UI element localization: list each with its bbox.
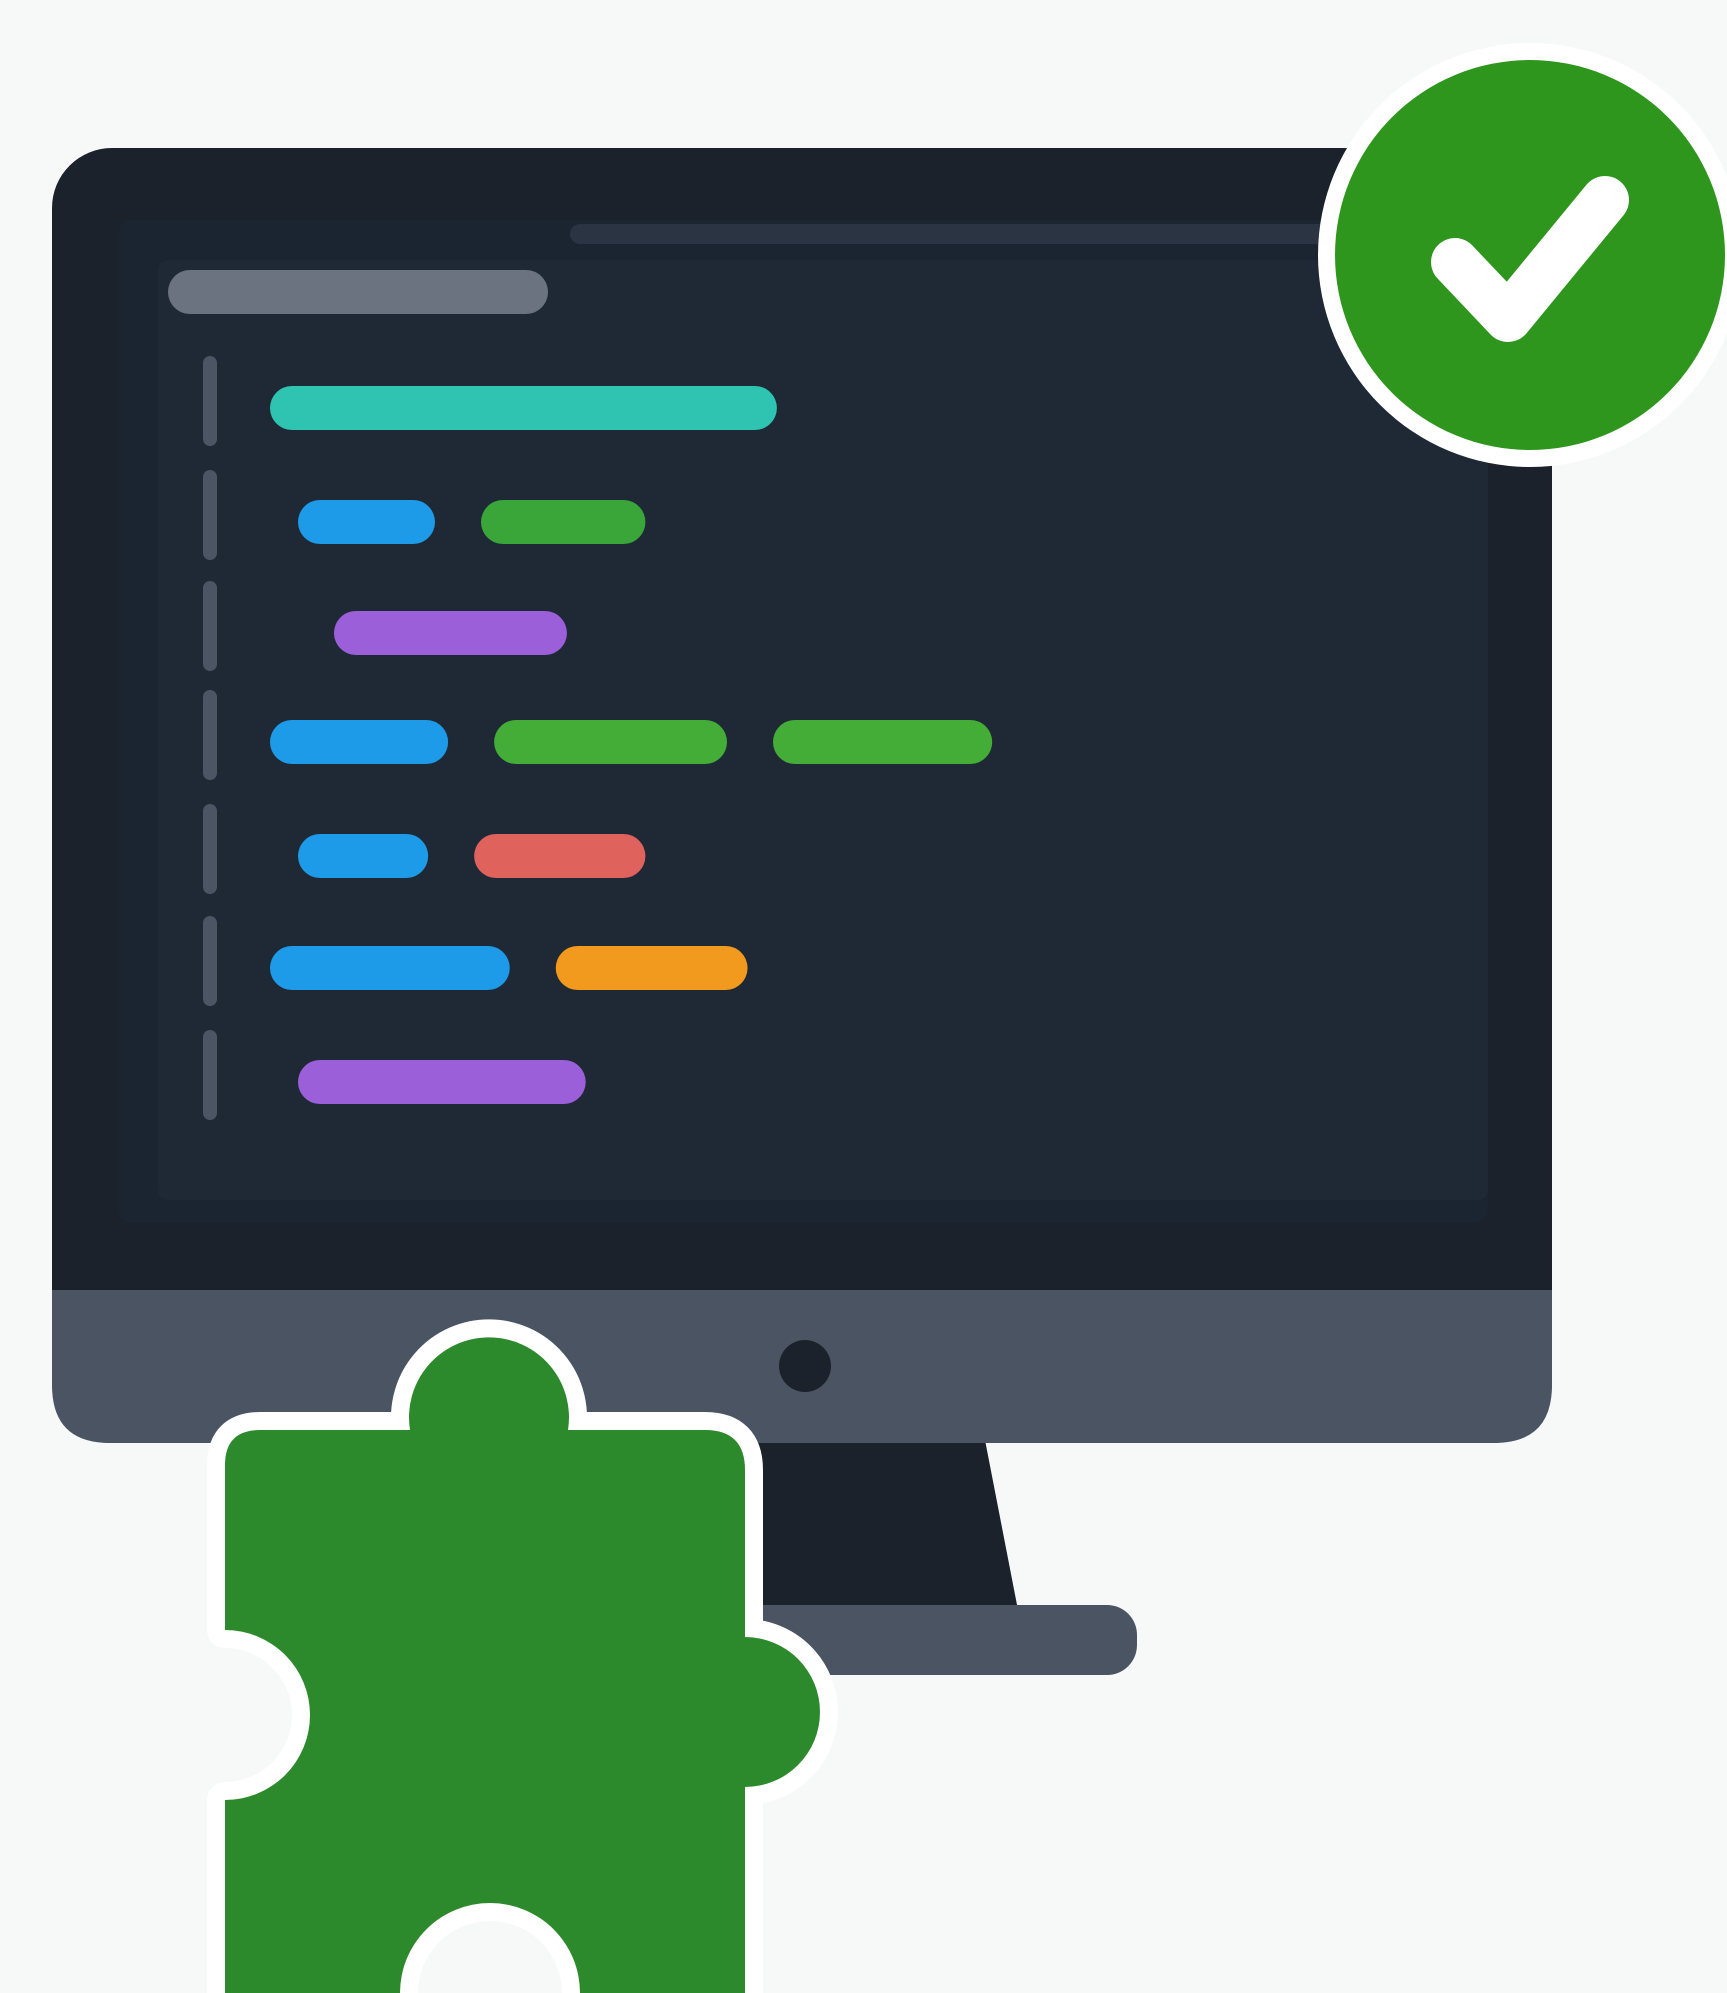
gutter-segment <box>203 356 217 446</box>
code-token <box>270 946 510 990</box>
gutter-segment <box>203 581 217 671</box>
code-token <box>298 834 429 878</box>
window-strip <box>570 224 1390 244</box>
gutter-segment <box>203 804 217 894</box>
gutter-segment <box>203 470 217 560</box>
code-token <box>494 720 727 764</box>
code-token <box>270 720 449 764</box>
camera-dot-icon <box>779 1340 831 1392</box>
illustration-canvas <box>52 43 1727 1993</box>
code-token <box>298 500 435 544</box>
gutter-segment <box>203 916 217 1006</box>
gutter-segment <box>203 690 217 780</box>
gutter-segment <box>203 1030 217 1120</box>
code-token <box>555 946 748 990</box>
puzzle-piece-icon <box>207 1319 838 1993</box>
code-token <box>298 1060 586 1104</box>
code-token <box>474 834 646 878</box>
title-placeholder-bar <box>168 270 548 314</box>
illustration <box>0 0 1727 1993</box>
code-token <box>481 500 646 544</box>
check-badge-icon <box>1318 43 1727 467</box>
code-token <box>270 386 777 430</box>
monitor-icon <box>52 148 1552 1443</box>
code-token <box>334 611 567 655</box>
code-token <box>773 720 993 764</box>
